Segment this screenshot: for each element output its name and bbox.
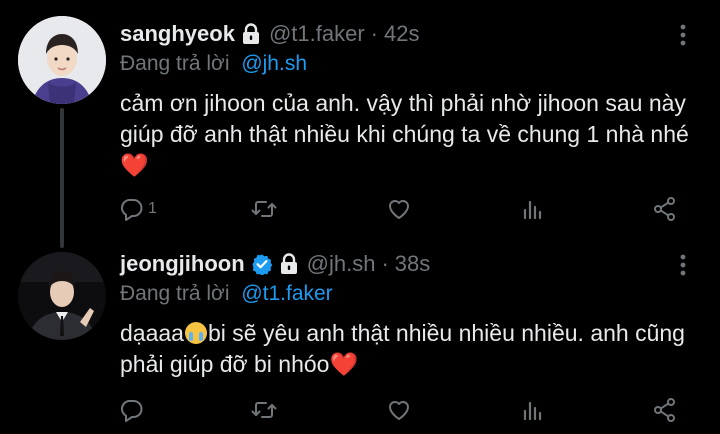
tweet-header: jeongjihoon @jh.sh · 38s [120,250,430,278]
reply-icon [118,196,144,222]
retweet-icon [251,397,277,423]
display-name[interactable]: sanghyeok [120,21,235,47]
retweet-button[interactable] [251,396,277,424]
tweet-actions: 1 [118,195,688,223]
like-button[interactable] [386,396,412,424]
separator: · [381,251,389,276]
heart-emoji: ❤️ [120,152,149,178]
like-icon [386,196,412,222]
replying-to-label: Đang trả lời [120,52,230,75]
replying-to: Đang trả lời @jh.sh [120,52,307,76]
tweet-text-part-1: dạaaa [120,320,184,346]
separator: · [370,21,378,46]
reply-button[interactable]: 1 [118,195,157,223]
replying-to: Đang trả lời @t1.faker [120,282,333,306]
retweet-button[interactable] [251,195,277,223]
heart-emoji: ❤️ [329,351,359,377]
replying-to-link[interactable]: @t1.faker [241,282,332,305]
share-icon [652,397,678,423]
tweet-actions [118,396,688,424]
thread-line [60,108,64,248]
tweet-text-body: cảm ơn jihoon của anh. vậy thì phải nhờ … [120,90,689,147]
reply-count: 1 [148,200,157,217]
tweet-jeongjihoon[interactable]: jeongjihoon @jh.sh · 38s Đang trả lời @t… [0,240,720,434]
tweet-sanghyeok[interactable]: sanghyeok @t1.faker · 42s Đang trả lời @… [0,0,720,248]
share-icon [652,196,678,222]
verified-badge-icon [251,253,273,275]
more-icon[interactable] [678,24,688,46]
analytics-icon [520,397,546,423]
share-button[interactable] [652,396,678,424]
handle[interactable]: @t1.faker [269,21,365,47]
lock-icon [241,23,261,45]
avatar[interactable] [18,252,106,340]
avatar[interactable] [18,16,106,104]
replying-to-link[interactable]: @jh.sh [241,52,307,75]
reply-button[interactable] [118,396,148,424]
handle[interactable]: @jh.sh [307,251,376,277]
reply-icon [118,397,144,423]
like-button[interactable] [386,195,412,223]
analytics-icon [520,196,546,222]
like-icon [386,397,412,423]
more-icon[interactable] [678,254,688,276]
analytics-button[interactable] [520,396,546,424]
share-button[interactable] [652,195,678,223]
tweet-text: dạaaa bi sẽ yêu anh thật nhiều nhiều nhiề… [120,318,690,380]
timestamp[interactable]: 38s [395,251,430,277]
tweet-header: sanghyeok @t1.faker · 42s [120,20,419,48]
tweet-text: cảm ơn jihoon của anh. vậy thì phải nhờ … [120,88,690,181]
replying-to-label: Đang trả lời [120,282,230,305]
crying-emoji [184,322,207,344]
timestamp[interactable]: 42s [384,21,419,47]
display-name[interactable]: jeongjihoon [120,251,245,277]
lock-icon [279,253,299,275]
analytics-button[interactable] [520,195,546,223]
retweet-icon [251,196,277,222]
